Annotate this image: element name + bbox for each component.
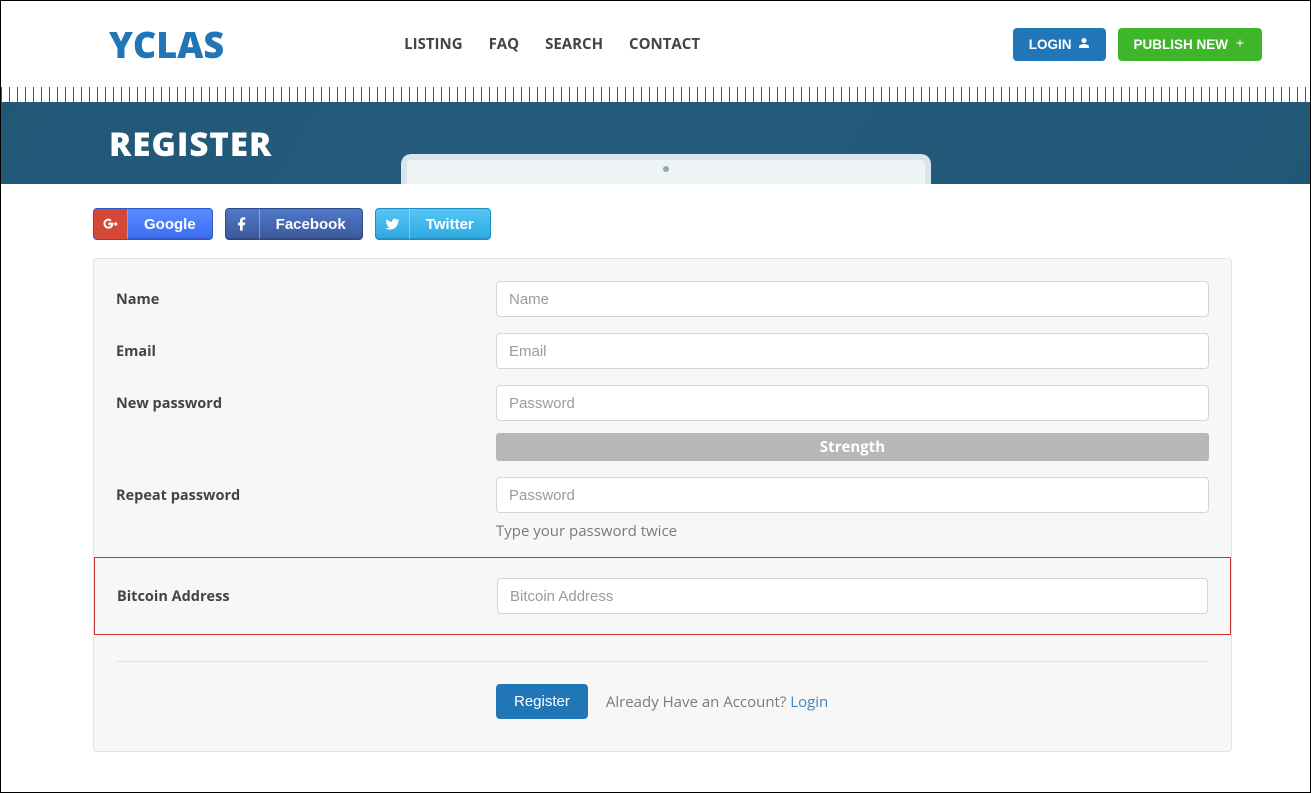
nav-contact[interactable]: CONTACT [629,34,700,54]
facebook-icon [226,209,260,239]
label-bitcoin: Bitcoin Address [117,578,497,606]
top-bar: YCLAS LISTING FAQ SEARCH CONTACT LOGIN P… [1,1,1310,87]
hero-banner: REGISTER [1,102,1310,184]
social-login-row: Google Facebook Twitter [93,208,1232,240]
password-field[interactable] [496,385,1209,421]
google-icon [94,209,128,239]
twitter-login-button[interactable]: Twitter [375,208,491,240]
row-bitcoin: Bitcoin Address [117,578,1208,614]
google-label: Google [128,216,212,233]
bitcoin-address-field[interactable] [497,578,1208,614]
publish-new-button[interactable]: PUBLISH NEW [1118,28,1263,61]
facebook-login-button[interactable]: Facebook [225,208,363,240]
repeat-password-help: Type your password twice [496,521,1209,541]
label-password: New password [116,385,496,413]
form-divider [116,661,1209,662]
repeat-password-field[interactable] [496,477,1209,513]
main-nav: LISTING FAQ SEARCH CONTACT [404,34,700,54]
nav-listing[interactable]: LISTING [404,34,462,54]
login-link[interactable]: Login [790,692,828,712]
page-title: REGISTER [109,121,272,166]
submit-row: Register Already Have an Account? Login [496,684,1209,719]
already-have-account: Already Have an Account? Login [606,692,828,712]
ruler-decoration [1,87,1310,102]
twitter-icon [376,209,410,239]
login-button-label: LOGIN [1029,37,1072,52]
plus-icon [1234,37,1246,52]
facebook-label: Facebook [260,216,362,233]
already-text: Already Have an Account? [606,692,790,712]
nav-faq[interactable]: FAQ [489,34,520,54]
register-form: Name Email New password Strength Repeat … [93,258,1232,752]
brand-logo[interactable]: YCLAS [109,20,224,69]
register-button[interactable]: Register [496,684,588,719]
twitter-label: Twitter [410,216,490,233]
label-name: Name [116,281,496,309]
password-strength-bar: Strength [496,433,1209,461]
header-actions: LOGIN PUBLISH NEW [1013,28,1262,61]
login-button[interactable]: LOGIN [1013,28,1106,61]
row-email: Email [116,333,1209,369]
nav-search[interactable]: SEARCH [545,34,603,54]
row-password: New password Strength [116,385,1209,461]
bitcoin-highlight-box: Bitcoin Address [94,557,1231,635]
label-email: Email [116,333,496,361]
label-repeat-password: Repeat password [116,477,496,505]
publish-new-label: PUBLISH NEW [1134,37,1229,52]
name-field[interactable] [496,281,1209,317]
google-login-button[interactable]: Google [93,208,213,240]
email-field[interactable] [496,333,1209,369]
row-name: Name [116,281,1209,317]
user-icon [1078,37,1090,52]
hero-laptop-decoration [401,154,931,184]
row-repeat-password: Repeat password Type your password twice [116,477,1209,541]
main-content: Google Facebook Twitter Name Email [1,184,1310,792]
